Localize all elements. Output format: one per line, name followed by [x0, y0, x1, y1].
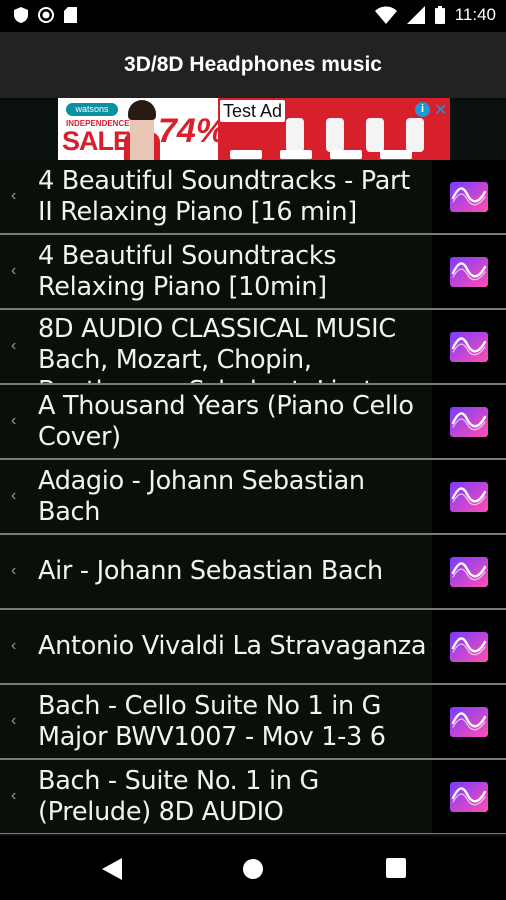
chevron-left-icon: ‹	[11, 637, 17, 654]
song-icon-cell[interactable]	[432, 535, 506, 608]
list-item[interactable]: ‹ Air - Johann Sebastian Bach	[0, 535, 506, 608]
chevron-left-icon: ‹	[11, 187, 17, 204]
ad-price-tag	[280, 150, 312, 159]
status-time: 11:40	[454, 5, 496, 24]
ad-product-image	[326, 118, 344, 152]
song-icon-cell[interactable]	[432, 235, 506, 308]
signal-icon	[406, 6, 425, 24]
song-title: Adagio - Johann Sebastian Bach	[38, 466, 365, 527]
app-bar: 3D/8D Headphones music	[0, 32, 506, 98]
record-icon	[38, 7, 54, 23]
song-title: A Thousand Years (Piano Cello Cover)	[38, 391, 414, 452]
music-wave-icon	[450, 557, 488, 587]
song-icon-cell[interactable]	[432, 760, 506, 833]
status-bar: 11:40	[0, 0, 506, 32]
music-wave-icon	[450, 782, 488, 812]
song-icon-cell[interactable]	[432, 385, 506, 458]
ad-brand: watsons	[66, 103, 118, 116]
song-title: 4 Beautiful Soundtracks Relaxing Piano […	[38, 241, 337, 302]
info-icon[interactable]: i	[415, 102, 430, 117]
list-item[interactable]: ‹ Antonio Vivaldi La Stravaganza	[0, 610, 506, 683]
chevron-left-icon: ‹	[11, 562, 17, 579]
chevron-left-icon: ‹	[11, 787, 17, 804]
shield-icon	[14, 7, 28, 23]
ad-product-image	[406, 118, 424, 152]
music-wave-icon	[450, 632, 488, 662]
battery-icon	[434, 6, 445, 24]
music-wave-icon	[450, 482, 488, 512]
home-circle-icon[interactable]	[242, 858, 264, 880]
song-title: Bach - Suite No. 1 in G (Prelude) 8D AUD…	[38, 766, 319, 827]
song-title: 8D AUDIO CLASSICAL MUSIC Bach, Mozart, C…	[38, 314, 396, 383]
back-triangle-icon[interactable]	[102, 858, 122, 880]
song-icon-cell[interactable]	[432, 310, 506, 383]
list-item[interactable]: ‹ Adagio - Johann Sebastian Bach	[0, 460, 506, 533]
song-icon-cell[interactable]	[432, 160, 506, 233]
list-item[interactable]: ‹ Bach - Cello Suite No 1 in G Major BWV…	[0, 685, 506, 758]
song-title: Antonio Vivaldi La Stravaganza	[38, 631, 427, 661]
ad-price-tag	[230, 150, 262, 159]
chevron-left-icon: ‹	[11, 337, 17, 354]
list-item[interactable]: ‹ Bach - Suite No. 1 in G (Prelude) 8D A…	[0, 760, 506, 833]
music-wave-icon	[450, 707, 488, 737]
ad-price-tag	[330, 150, 362, 159]
ad-product-image	[366, 118, 384, 152]
song-list: ‹ 4 Beautiful Soundtracks - Part II Rela…	[0, 160, 506, 834]
song-title: Air - Johann Sebastian Bach	[38, 556, 383, 586]
chevron-left-icon: ‹	[11, 262, 17, 279]
ad-headline: SALE	[62, 126, 131, 156]
chevron-left-icon: ‹	[11, 487, 17, 504]
music-wave-icon	[450, 257, 488, 287]
ad-banner[interactable]: watsons INDEPENDENCE SALE 74% Test Ad i …	[58, 98, 450, 160]
chevron-left-icon: ‹	[11, 712, 17, 729]
song-title: 4 Beautiful Soundtracks - Part II Relaxi…	[38, 166, 410, 227]
sd-card-icon	[64, 7, 77, 23]
music-wave-icon	[450, 407, 488, 437]
song-icon-cell[interactable]	[432, 685, 506, 758]
ad-price-tag	[380, 150, 412, 159]
wifi-icon	[374, 6, 397, 24]
list-item[interactable]: ‹ A Thousand Years (Piano Cello Cover)	[0, 385, 506, 458]
song-icon-cell[interactable]	[432, 460, 506, 533]
music-wave-icon	[450, 332, 488, 362]
song-title: Bach - Cello Suite No 1 in G Major BWV10…	[38, 691, 386, 752]
ad-model-hair	[128, 100, 156, 120]
music-wave-icon	[450, 182, 488, 212]
navigation-bar	[0, 836, 506, 900]
page-title: 3D/8D Headphones music	[124, 53, 382, 76]
ad-product-image	[286, 118, 304, 152]
recents-square-icon[interactable]	[386, 858, 406, 878]
ad-test-label: Test Ad	[220, 100, 286, 122]
list-item[interactable]: ‹ 4 Beautiful Soundtracks Relaxing Piano…	[0, 235, 506, 308]
chevron-left-icon: ‹	[11, 412, 17, 429]
close-icon[interactable]: ✕	[434, 100, 447, 120]
song-icon-cell[interactable]	[432, 610, 506, 683]
list-item[interactable]: ‹ 4 Beautiful Soundtracks - Part II Rela…	[0, 160, 506, 233]
ad-percent: 74%	[158, 112, 227, 150]
list-item[interactable]: ‹ 8D AUDIO CLASSICAL MUSIC Bach, Mozart,…	[0, 310, 506, 383]
